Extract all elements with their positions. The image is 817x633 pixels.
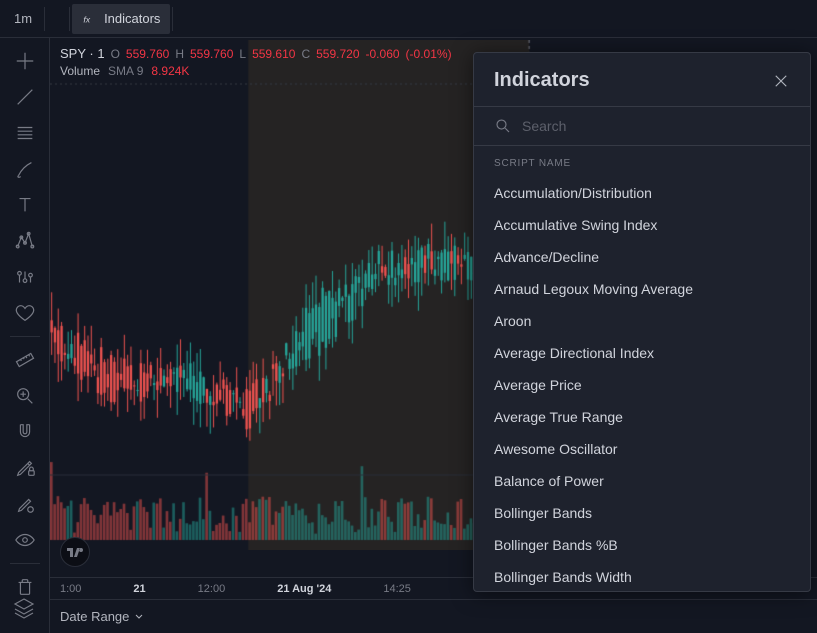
search-row [474, 107, 810, 146]
time-tick: 21 [133, 583, 145, 595]
indicator-item[interactable]: Bollinger Bands Width [474, 561, 810, 591]
divider [69, 7, 70, 31]
indicators-label: Indicators [104, 11, 160, 26]
indicator-item[interactable]: Arnaud Legoux Moving Average [474, 273, 810, 305]
fx-icon: fx [82, 11, 98, 27]
zoom-icon [14, 385, 36, 407]
separator [10, 563, 40, 564]
trend-line-tool[interactable] [6, 80, 44, 114]
xabcd-icon [14, 230, 36, 252]
fib-icon [14, 122, 36, 144]
pencil-lock-icon [14, 457, 36, 479]
prediction-tool[interactable] [6, 260, 44, 294]
brush-icon [14, 158, 36, 180]
indicator-item[interactable]: Accumulation/Distribution [474, 177, 810, 209]
text-tool[interactable] [6, 188, 44, 222]
ohlc-h-value: 559.760 [190, 47, 233, 61]
redo-button[interactable] [195, 4, 215, 34]
bottom-bar: Date Range [50, 599, 817, 633]
volume-label: Volume [60, 64, 100, 78]
separator [10, 336, 40, 337]
indicators-button[interactable]: fx Indicators [72, 4, 170, 34]
stay-drawing-tool[interactable] [6, 487, 44, 521]
indicator-item[interactable]: Accumulative Swing Index [474, 209, 810, 241]
indicator-item[interactable]: Balance of Power [474, 465, 810, 497]
divider [172, 7, 173, 31]
object-tree-button[interactable] [12, 596, 36, 625]
search-input[interactable] [522, 118, 790, 134]
chart-legend: SPY · 1 O 559.760 H 559.760 L 559.610 C 559.… [50, 38, 462, 80]
tv-icon [67, 545, 83, 559]
line-icon [14, 86, 36, 108]
fib-tool[interactable] [6, 116, 44, 150]
sliders-icon [14, 266, 36, 288]
visibility-tool[interactable] [6, 523, 44, 557]
drawing-toolbar [0, 38, 50, 633]
indicator-item[interactable]: Awesome Oscillator [474, 433, 810, 465]
indicator-item[interactable]: Average Directional Index [474, 337, 810, 369]
pattern-tool[interactable] [6, 224, 44, 258]
indicator-item[interactable]: Average True Range [474, 401, 810, 433]
eye-icon [14, 529, 36, 551]
magnet-icon [14, 421, 36, 443]
magnet-tool[interactable] [6, 415, 44, 449]
favorites-tool[interactable] [6, 296, 44, 330]
lock-tool[interactable] [6, 451, 44, 485]
crosshair-tool[interactable] [6, 44, 44, 78]
date-range-button[interactable]: Date Range [60, 609, 144, 624]
top-toolbar: 1m fx Indicators [0, 0, 817, 38]
ohlc-l-value: 559.610 [252, 47, 295, 61]
close-icon [772, 72, 790, 90]
search-icon [494, 117, 512, 135]
text-icon [14, 194, 36, 216]
tradingview-logo[interactable] [60, 537, 90, 567]
ohlc-c-value: 559.720 [316, 47, 359, 61]
close-button[interactable] [772, 72, 790, 90]
candle-style-button[interactable] [47, 4, 67, 34]
ohlc-c-label: C [301, 47, 310, 61]
svg-text:fx: fx [83, 14, 90, 24]
ohlc-o-value: 559.760 [126, 47, 169, 61]
time-tick: 1:00 [60, 583, 81, 595]
indicator-item[interactable]: Advance/Decline [474, 241, 810, 273]
measure-tool[interactable] [6, 343, 44, 377]
crosshair-icon [14, 50, 36, 72]
ohlc-o-label: O [111, 47, 120, 61]
volume-sma-label: SMA 9 [108, 64, 143, 78]
change-pct-value: (-0.01%) [406, 47, 452, 61]
indicator-list[interactable]: Accumulation/DistributionAccumulative Sw… [474, 177, 810, 591]
ohlc-h-label: H [175, 47, 184, 61]
indicator-item[interactable]: Bollinger Bands [474, 497, 810, 529]
indicators-panel: Indicators SCRIPT NAME Accumulation/Dist… [473, 52, 811, 592]
section-header: SCRIPT NAME [474, 146, 810, 177]
ruler-icon [14, 349, 36, 371]
indicator-item[interactable]: Bollinger Bands %B [474, 529, 810, 561]
date-range-label: Date Range [60, 609, 129, 624]
brush-tool[interactable] [6, 152, 44, 186]
panel-title: Indicators [494, 69, 590, 92]
symbol-name[interactable]: SPY · 1 [60, 46, 105, 61]
change-value: -0.060 [366, 47, 400, 61]
time-tick: 21 Aug '24 [277, 583, 331, 595]
time-tick: 14:25 [383, 583, 411, 595]
indicator-item[interactable]: Average Price [474, 369, 810, 401]
volume-value: 8.924K [151, 64, 189, 78]
time-tick: 12:00 [198, 583, 226, 595]
indicator-item[interactable]: Aroon [474, 305, 810, 337]
trash-icon [14, 576, 36, 598]
layers-icon [12, 596, 36, 620]
undo-button[interactable] [175, 4, 195, 34]
ohlc-l-label: L [239, 47, 246, 61]
interval-selector[interactable]: 1m [4, 4, 42, 34]
zoom-tool[interactable] [6, 379, 44, 413]
heart-icon [14, 302, 36, 324]
chevron-down-icon [134, 612, 144, 622]
pin-icon [14, 493, 36, 515]
divider [44, 7, 45, 31]
